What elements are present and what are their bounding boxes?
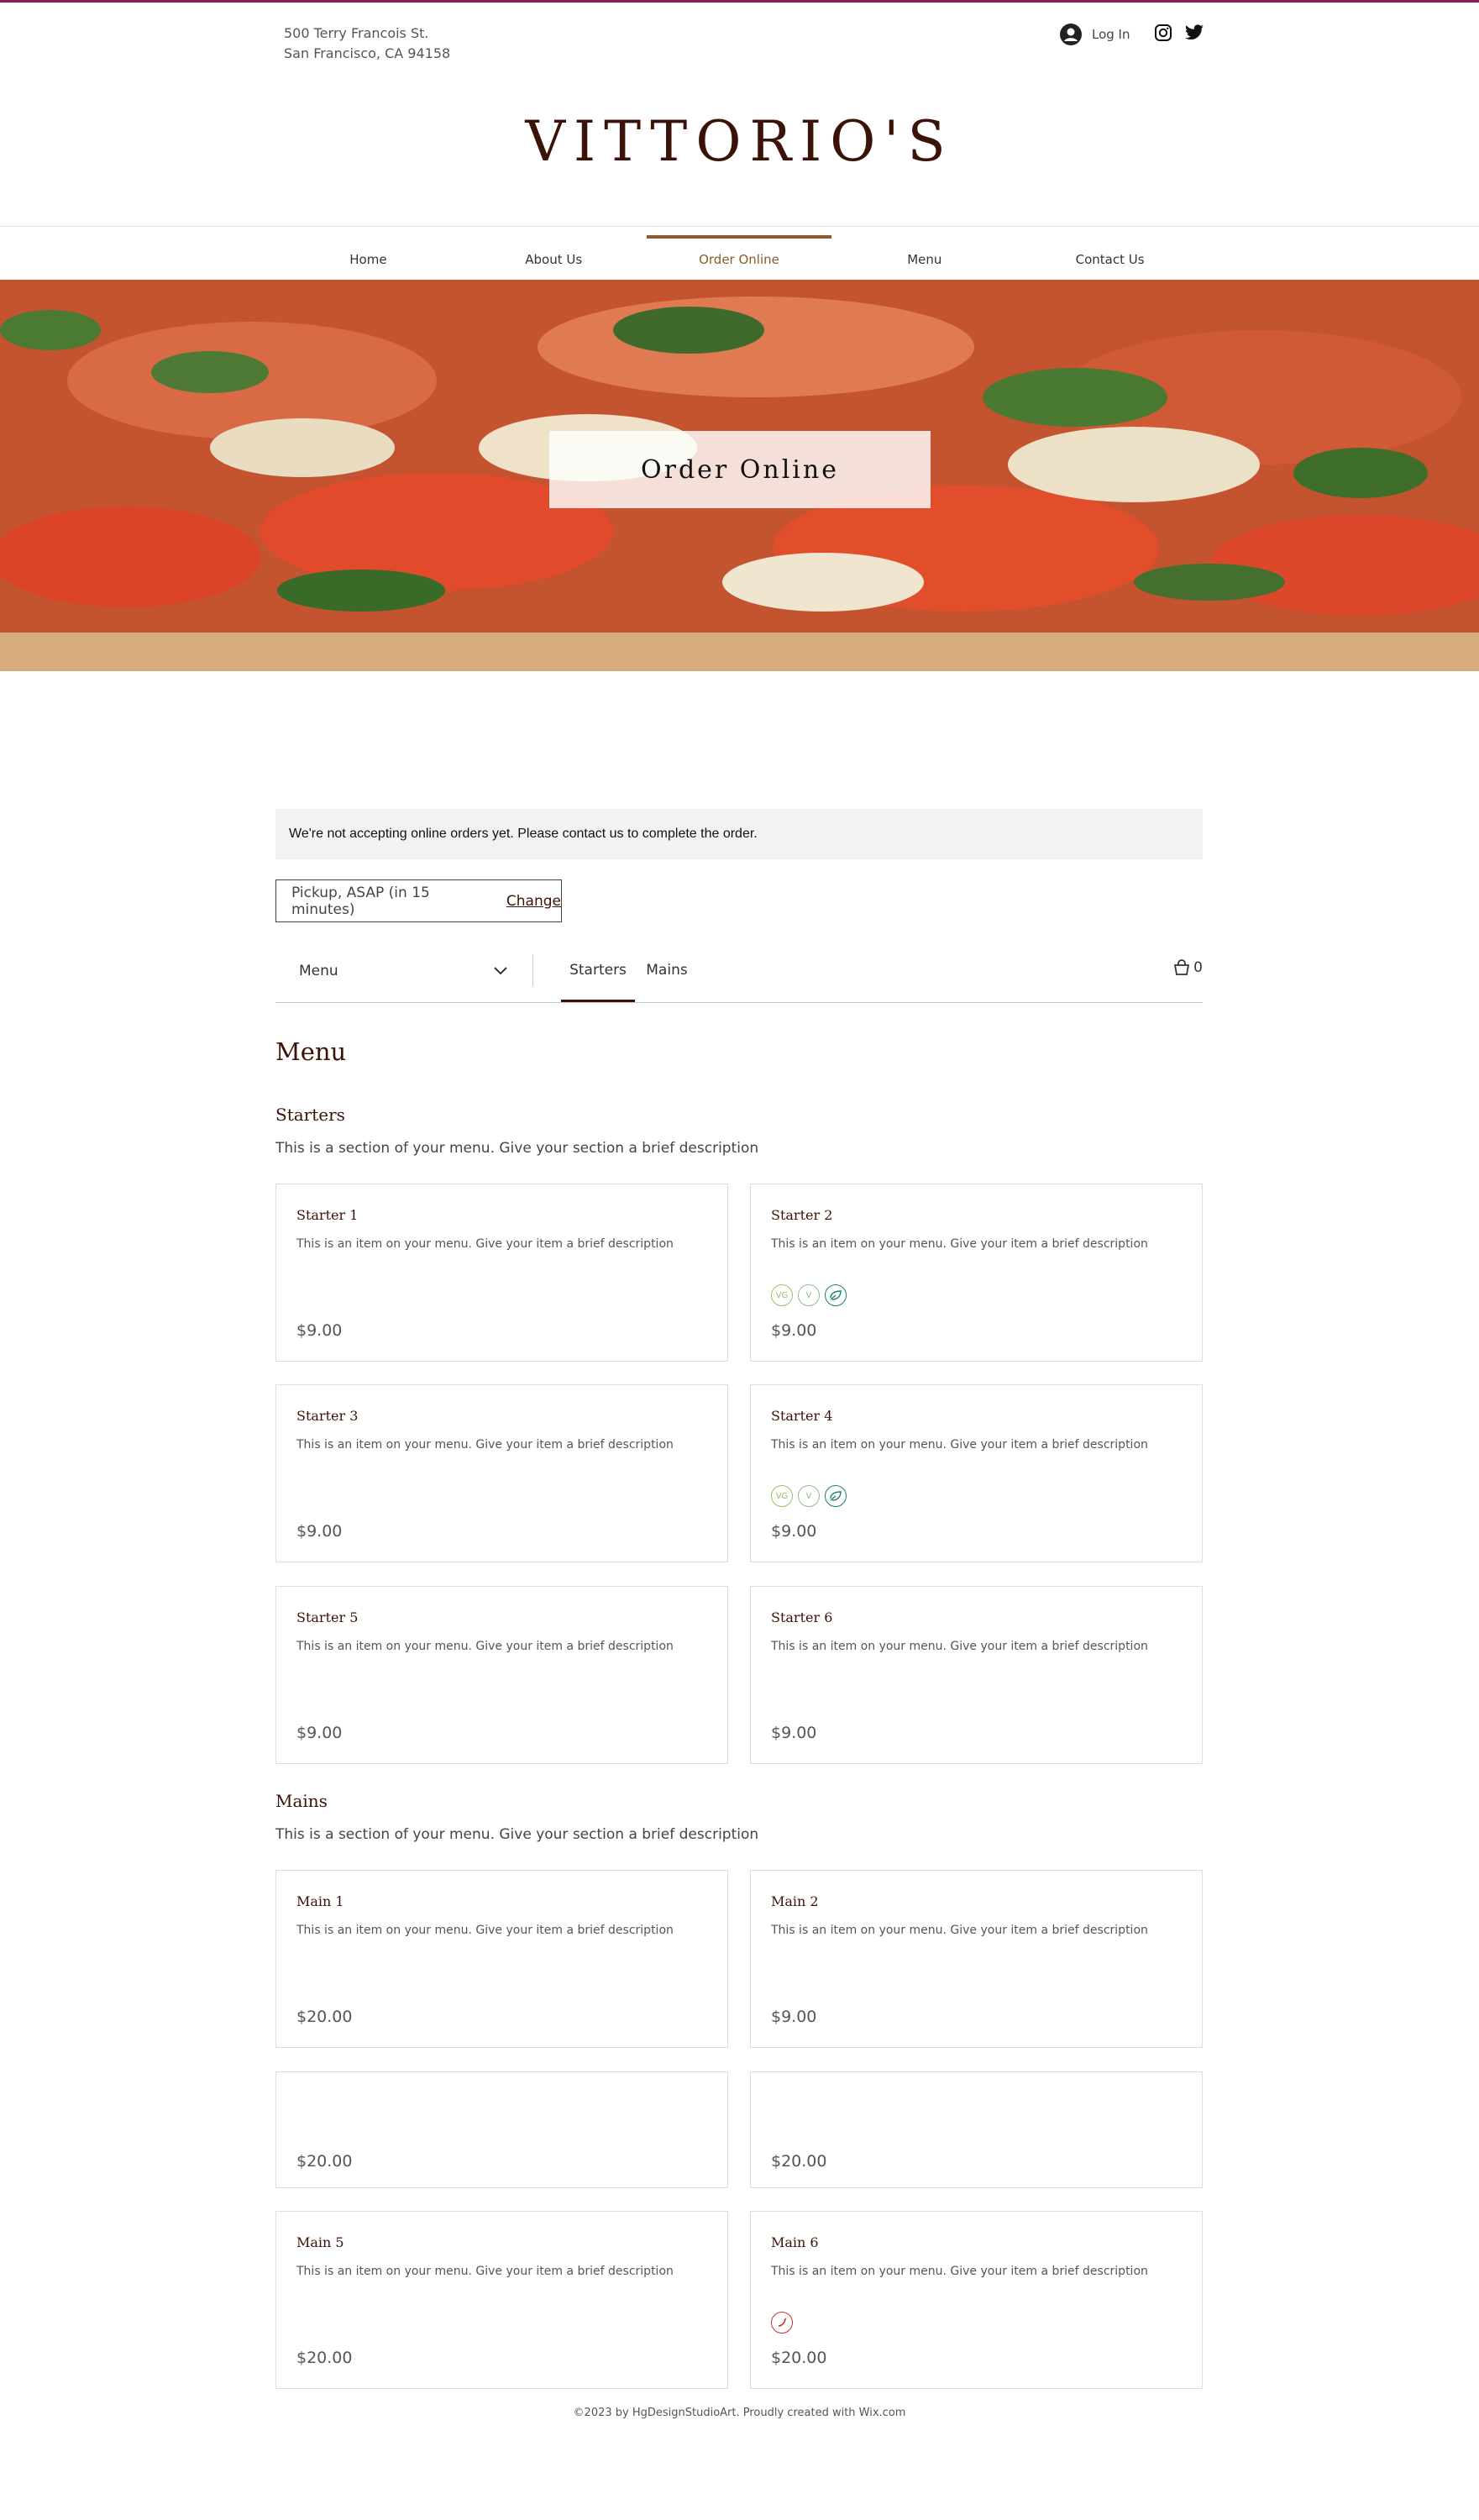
item-price: $9.00 [771,2008,817,2026]
shopping-bag-icon [1174,959,1190,975]
menu-item-card[interactable]: Main 1 This is an item on your menu. Giv… [275,1870,728,2048]
vegetarian-badge-icon: V [798,1485,820,1507]
item-description: This is an item on your menu. Give your … [771,2265,1148,2278]
section-desc-starters: This is a section of your menu. Give you… [275,1140,759,1157]
tab-starters[interactable]: Starters [561,948,635,1002]
chili-badge-icon [771,2312,793,2334]
item-price: $20.00 [771,2152,827,2171]
order-notice: We're not accepting online orders yet. P… [275,809,1203,859]
menu-item-card[interactable]: Starter 1 This is an item on your menu. … [275,1184,728,1362]
item-price: $20.00 [296,2349,353,2367]
item-description: This is an item on your menu. Give your … [296,1438,674,1452]
menu-item-card[interactable]: Starter 5 This is an item on your menu. … [275,1586,728,1764]
site-logo[interactable]: VITTORIO'S [0,109,1479,174]
item-name: Starter 6 [771,1609,833,1625]
item-description: This is an item on your menu. Give your … [771,1640,1148,1653]
footer-copyright: ©2023 by HgDesignStudioArt. Proudly crea… [573,2407,906,2419]
hero-title: Order Online [549,431,931,508]
address-line-2: San Francisco, CA 94158 [284,45,451,61]
login-button[interactable]: Log In [1060,24,1130,45]
item-price: $9.00 [296,1321,343,1340]
cart-button[interactable]: 0 [1172,959,1203,976]
change-pickup-link[interactable]: Change [506,893,561,910]
menu-item-card[interactable]: Starter 2 This is an item on your menu. … [750,1184,1203,1362]
hero-banner: Order Online [0,280,1479,671]
nav-item-order-online[interactable]: Order Online [646,235,832,279]
chevron-down-icon [494,966,507,974]
item-price: $9.00 [296,1522,343,1541]
item-name: Starter 5 [296,1609,359,1625]
item-name: Main 5 [296,2234,344,2250]
item-price: $20.00 [296,2152,353,2171]
menu-dropdown-label: Menu [299,962,338,979]
vegan-badge-icon: VG [771,1485,793,1507]
address: 500 Terry Francois St. San Francisco, CA… [284,24,450,64]
menu-item-card[interactable]: Main 6 This is an item on your menu. Giv… [750,2211,1203,2389]
nav-item-home[interactable]: Home [275,235,461,279]
section-title-mains: Mains [275,1791,328,1811]
user-avatar-icon [1060,24,1082,45]
nav-item-contact-us[interactable]: Contact Us [1017,235,1203,279]
item-description: This is an item on your menu. Give your … [296,2265,674,2278]
item-name: Main 2 [771,1893,819,1909]
item-price: $9.00 [771,1522,817,1541]
item-name: Starter 4 [771,1408,833,1424]
item-price: $9.00 [771,1724,817,1742]
item-price: $20.00 [296,2008,353,2026]
nav-item-menu[interactable]: Menu [831,235,1017,279]
item-price: $9.00 [771,1321,817,1340]
item-description: This is an item on your menu. Give your … [296,1237,674,1251]
menu-dropdown[interactable]: Menu [275,948,532,994]
menu-item-card[interactable]: Main 5 This is an item on your menu. Giv… [275,2211,728,2389]
instagram-icon[interactable] [1154,24,1172,42]
pickup-text: Pickup, ASAP (in 15 minutes) [291,884,430,918]
leaf-badge-icon [825,1485,847,1507]
dietary-badges [771,2312,793,2334]
dietary-badges: VG V [771,1284,847,1306]
item-description: This is an item on your menu. Give your … [771,1438,1148,1452]
item-name: Starter 2 [771,1207,833,1223]
cart-count: 0 [1193,959,1203,976]
item-description: This is an item on your menu. Give your … [296,1640,674,1653]
menu-item-card[interactable]: Main 2 This is an item on your menu. Giv… [750,1870,1203,2048]
item-description: This is an item on your menu. Give your … [296,1924,674,1937]
item-name: Starter 1 [296,1207,359,1223]
section-desc-mains: This is a section of your menu. Give you… [275,1826,759,1843]
menubar-divider [532,954,533,986]
item-price: $20.00 [771,2349,827,2367]
vegan-badge-icon: VG [771,1284,793,1306]
item-description: This is an item on your menu. Give your … [771,1237,1148,1251]
menu-item-card[interactable]: Starter 4 This is an item on your menu. … [750,1384,1203,1562]
nav-item-about-us[interactable]: About Us [461,235,647,279]
twitter-icon[interactable] [1184,24,1204,42]
menu-item-card[interactable]: $20.00 [750,2071,1203,2188]
leaf-badge-icon [825,1284,847,1306]
menu-item-card[interactable]: Starter 3 This is an item on your menu. … [275,1384,728,1562]
item-name: Main 6 [771,2234,819,2250]
tab-mains[interactable]: Mains [642,948,692,1002]
nav-divider [0,226,1479,227]
social-links [1154,24,1204,42]
section-title-starters: Starters [275,1105,345,1125]
vegetarian-badge-icon: V [798,1284,820,1306]
address-line-1: 500 Terry Francois St. [284,25,429,41]
item-price: $9.00 [296,1724,343,1742]
dietary-badges: VG V [771,1485,847,1507]
menu-item-card[interactable]: $20.00 [275,2071,728,2188]
menu-item-card[interactable]: Starter 6 This is an item on your menu. … [750,1586,1203,1764]
menu-title: Menu [275,1037,347,1066]
item-description: This is an item on your menu. Give your … [771,1924,1148,1937]
item-name: Starter 3 [296,1408,359,1424]
pickup-selector: Pickup, ASAP (in 15 minutes) Change [275,879,562,922]
main-nav: Home About Us Order Online Menu Contact … [275,235,1203,279]
login-label: Log In [1092,27,1130,42]
item-name: Main 1 [296,1893,344,1909]
top-accent-line [0,0,1479,3]
menu-bar: Menu Starters Mains 0 [275,948,1203,1003]
